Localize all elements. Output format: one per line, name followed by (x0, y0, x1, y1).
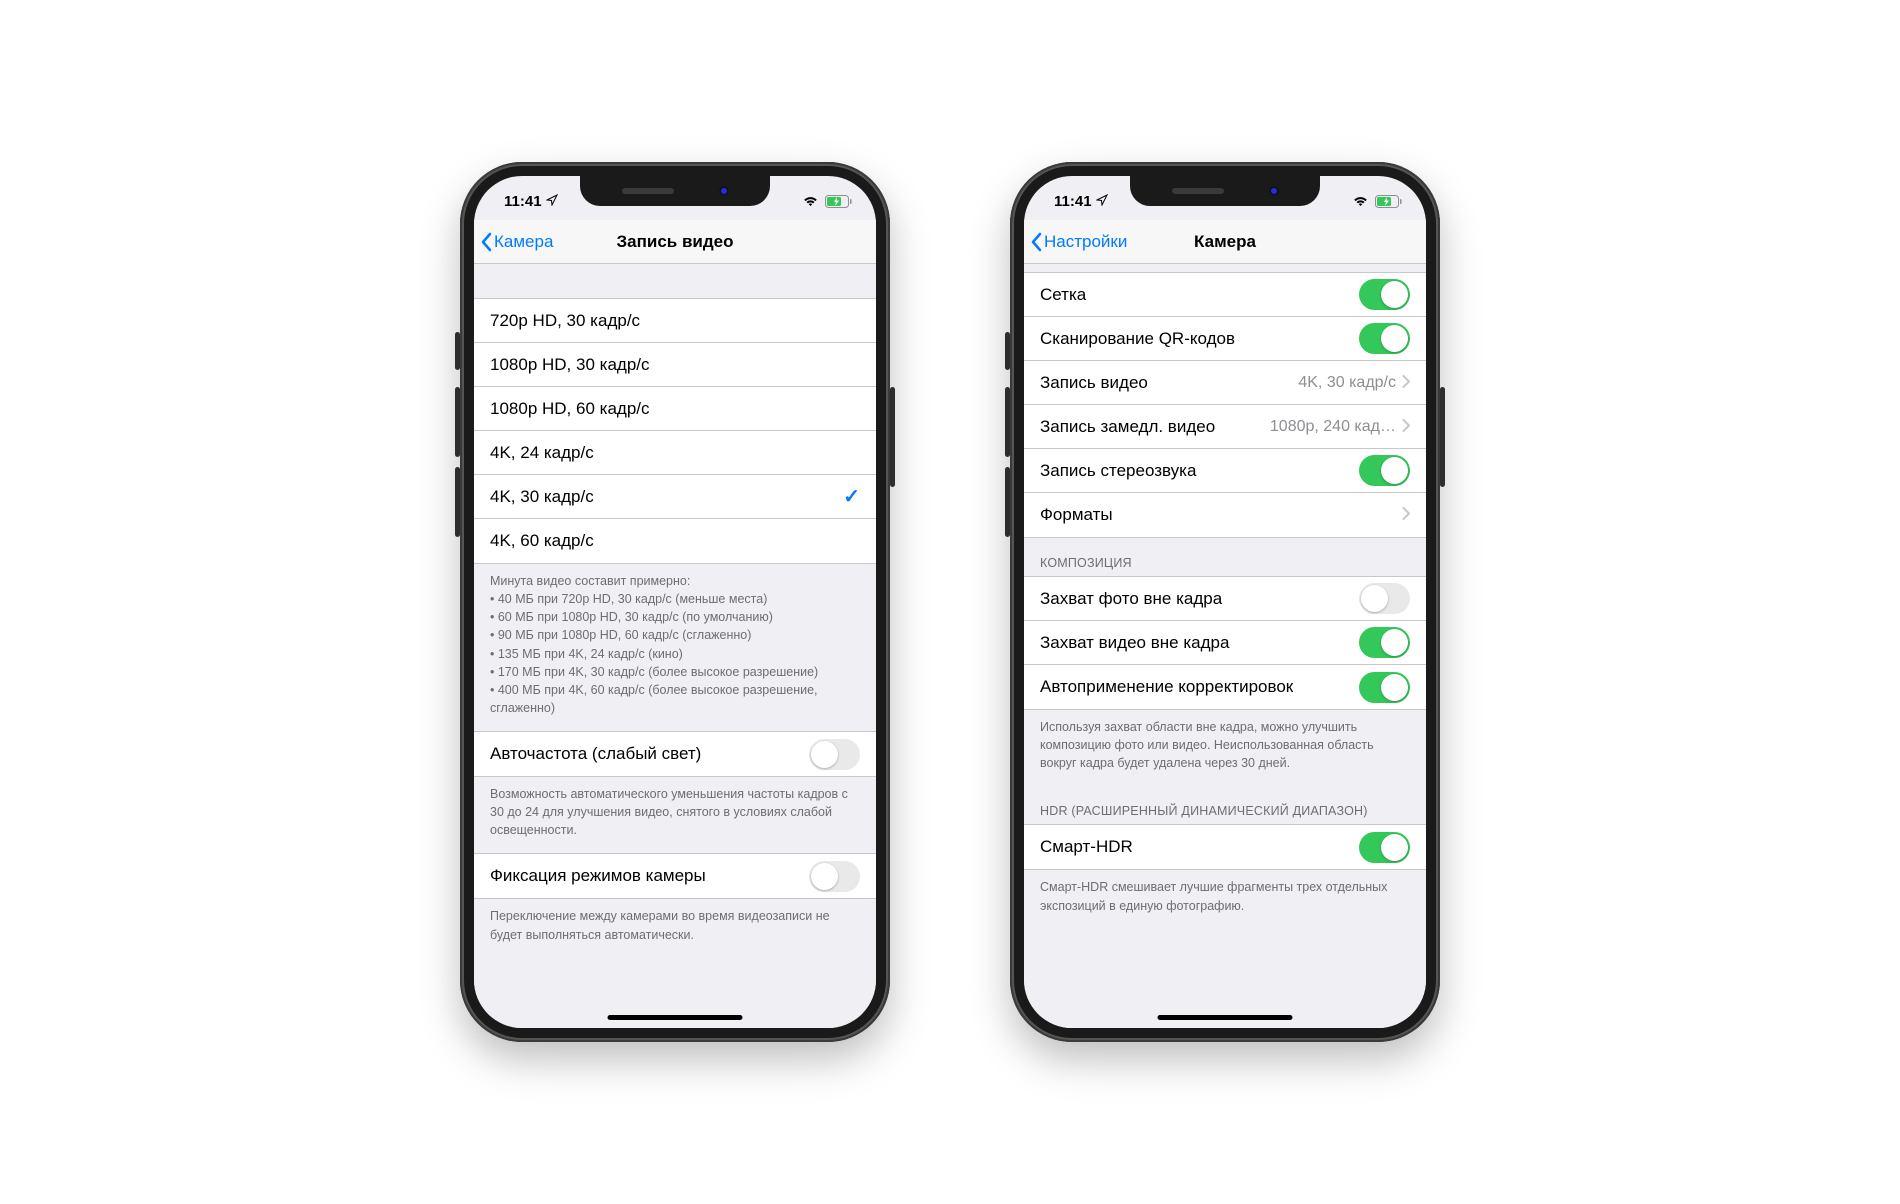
settings-row[interactable]: Запись стереозвука (1024, 449, 1426, 493)
back-label: Настройки (1044, 232, 1127, 252)
option-label: 4K, 24 кадр/с (490, 443, 860, 463)
option-label: 4K, 60 кадр/с (490, 531, 860, 551)
chevron-left-icon (480, 232, 492, 252)
toggle[interactable] (1359, 455, 1410, 486)
chevron-left-icon (1030, 232, 1042, 252)
row-label: Автоприменение корректировок (1040, 677, 1359, 697)
volume-down[interactable] (455, 467, 460, 537)
composition-group: Захват фото вне кадра Захват видео вне ка… (1024, 576, 1426, 710)
location-icon (546, 194, 558, 209)
mute-switch[interactable] (1005, 332, 1010, 370)
settings-row[interactable]: Смарт-HDR (1024, 825, 1426, 869)
resolution-option[interactable]: 720p HD, 30 кадр/с (474, 299, 876, 343)
settings-row[interactable]: Захват фото вне кадра (1024, 577, 1426, 621)
home-indicator[interactable] (608, 1015, 743, 1020)
nav-bar: Камера Запись видео (474, 220, 876, 264)
chevron-right-icon (1402, 505, 1410, 525)
composition-header: КОМПОЗИЦИЯ (1024, 538, 1426, 576)
row-label: Запись замедл. видео (1040, 417, 1270, 437)
settings-row[interactable]: Запись замедл. видео1080p, 240 кад… (1024, 405, 1426, 449)
volume-up[interactable] (1005, 387, 1010, 457)
lock-camera-footer: Переключение между камерами во время вид… (474, 899, 876, 957)
notch (580, 176, 770, 206)
row-label: Сканирование QR-кодов (1040, 329, 1359, 349)
row-label: Запись стереозвука (1040, 461, 1359, 481)
check-icon: ✓ (843, 484, 860, 509)
lock-camera-group: Фиксация режимов камеры (474, 853, 876, 899)
toggle[interactable] (1359, 323, 1410, 354)
resolution-option[interactable]: 4K, 24 кадр/с (474, 431, 876, 475)
notch (1130, 176, 1320, 206)
content: 720p HD, 30 кадр/с 1080p HD, 30 кадр/с 108… (474, 264, 876, 1028)
power-button[interactable] (1440, 387, 1445, 487)
auto-fps-footer: Возможность автоматического уменьшения ч… (474, 777, 876, 853)
option-label: 720p HD, 30 кадр/с (490, 311, 860, 331)
toggle[interactable] (1359, 279, 1410, 310)
battery-icon (825, 195, 852, 208)
back-label: Камера (494, 232, 553, 252)
option-label: 1080p HD, 30 кадр/с (490, 355, 860, 375)
resolution-option[interactable]: 4K, 60 кадр/с (474, 519, 876, 563)
battery-icon (1375, 195, 1402, 208)
settings-row[interactable]: Запись видео4K, 30 кадр/с (1024, 361, 1426, 405)
power-button[interactable] (890, 387, 895, 487)
toggle[interactable] (1359, 583, 1410, 614)
wifi-icon (802, 195, 819, 207)
row-label: Смарт-HDR (1040, 837, 1359, 857)
settings-row[interactable]: Автоприменение корректировок (1024, 665, 1426, 709)
row-label: Захват фото вне кадра (1040, 589, 1359, 609)
resolution-option[interactable]: 1080p HD, 60 кадр/с (474, 387, 876, 431)
phone-right: 11:41 Настройки Камера (1010, 162, 1440, 1042)
option-label: 1080p HD, 60 кадр/с (490, 399, 860, 419)
toggle[interactable] (1359, 672, 1410, 703)
settings-row[interactable]: Сканирование QR-кодов (1024, 317, 1426, 361)
back-button[interactable]: Камера (480, 232, 553, 252)
resolution-option[interactable]: 1080p HD, 30 кадр/с (474, 343, 876, 387)
camera-group-1: Сетка Сканирование QR-кодов Запись видео4K… (1024, 272, 1426, 538)
auto-fps-row[interactable]: Авточастота (слабый свет) (474, 732, 876, 776)
home-indicator[interactable] (1158, 1015, 1293, 1020)
row-label: Захват видео вне кадра (1040, 633, 1359, 653)
chevron-right-icon (1402, 417, 1410, 437)
auto-fps-label: Авточастота (слабый свет) (490, 744, 809, 764)
mute-switch[interactable] (455, 332, 460, 370)
nav-bar: Настройки Камера (1024, 220, 1426, 264)
back-button[interactable]: Настройки (1030, 232, 1127, 252)
lock-camera-label: Фиксация режимов камеры (490, 866, 809, 886)
content: Сетка Сканирование QR-кодов Запись видео4K… (1024, 264, 1426, 1028)
status-time: 11:41 (504, 193, 542, 210)
settings-row[interactable]: Сетка (1024, 273, 1426, 317)
chevron-right-icon (1402, 373, 1410, 393)
lock-camera-toggle[interactable] (809, 861, 860, 892)
lock-camera-row[interactable]: Фиксация режимов камеры (474, 854, 876, 898)
volume-up[interactable] (455, 387, 460, 457)
row-label: Запись видео (1040, 373, 1298, 393)
toggle[interactable] (1359, 832, 1410, 863)
settings-row[interactable]: Форматы (1024, 493, 1426, 537)
hdr-header: HDR (РАСШИРЕННЫЙ ДИНАМИЧЕСКИЙ ДИАПАЗОН) (1024, 786, 1426, 824)
location-icon (1096, 194, 1108, 209)
auto-fps-toggle[interactable] (809, 739, 860, 770)
row-label: Форматы (1040, 505, 1402, 525)
size-footer: Минута видео составит примерно:• 40 МБ п… (474, 564, 876, 731)
auto-fps-group: Авточастота (слабый свет) (474, 731, 876, 777)
row-detail: 1080p, 240 кад… (1270, 418, 1396, 436)
resolution-group: 720p HD, 30 кадр/с 1080p HD, 30 кадр/с 108… (474, 298, 876, 564)
volume-down[interactable] (1005, 467, 1010, 537)
row-detail: 4K, 30 кадр/с (1298, 374, 1396, 392)
nav-title: Камера (1194, 232, 1256, 252)
wifi-icon (1352, 195, 1369, 207)
composition-footer: Используя захват области вне кадра, можн… (1024, 710, 1426, 786)
row-label: Сетка (1040, 285, 1359, 305)
toggle[interactable] (1359, 627, 1410, 658)
phone-left: 11:41 Камера Запись видео (460, 162, 890, 1042)
hdr-footer: Смарт-HDR смешивает лучшие фрагменты тре… (1024, 870, 1426, 928)
status-time: 11:41 (1054, 193, 1092, 210)
nav-title: Запись видео (617, 232, 734, 252)
hdr-group: Смарт-HDR (1024, 824, 1426, 870)
resolution-option[interactable]: 4K, 30 кадр/с✓ (474, 475, 876, 519)
option-label: 4K, 30 кадр/с (490, 487, 843, 507)
settings-row[interactable]: Захват видео вне кадра (1024, 621, 1426, 665)
